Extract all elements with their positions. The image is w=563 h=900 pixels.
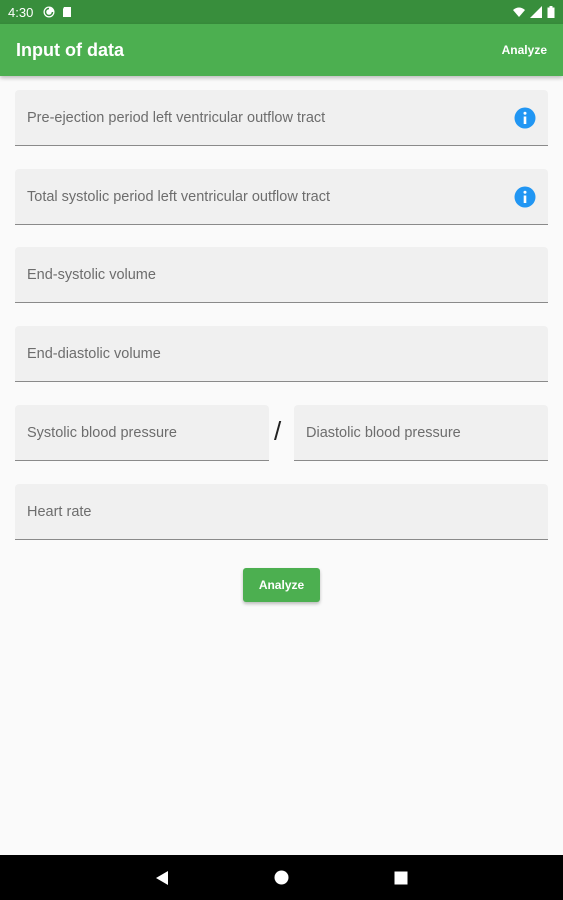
battery-icon bbox=[547, 6, 555, 18]
end-systolic-volume-field[interactable]: End-systolic volume bbox=[15, 247, 548, 303]
info-icon[interactable] bbox=[514, 186, 536, 208]
sync-icon bbox=[43, 6, 55, 18]
sd-card-icon bbox=[63, 7, 72, 17]
field-label: Total systolic period left ventricular o… bbox=[27, 188, 331, 205]
home-icon[interactable] bbox=[274, 870, 289, 885]
end-diastolic-volume-field[interactable]: End-diastolic volume bbox=[15, 326, 548, 382]
app-bar: Input of data Analyze bbox=[0, 24, 563, 76]
back-icon[interactable] bbox=[155, 870, 169, 886]
info-icon[interactable] bbox=[514, 107, 536, 129]
systolic-blood-pressure-field[interactable]: Systolic blood pressure bbox=[15, 405, 269, 461]
field-label: End-systolic volume bbox=[27, 266, 156, 283]
recents-icon[interactable] bbox=[394, 871, 408, 885]
status-bar: 4:30 bbox=[0, 0, 563, 24]
app-title: Input of data bbox=[16, 39, 124, 60]
field-label: End-diastolic volume bbox=[27, 345, 161, 362]
analyze-action-button[interactable]: Analyze bbox=[502, 43, 547, 57]
total-systolic-period-field[interactable]: Total systolic period left ventricular o… bbox=[15, 169, 548, 225]
status-time: 4:30 bbox=[8, 4, 34, 20]
field-label: Diastolic blood pressure bbox=[306, 424, 461, 441]
field-label: Heart rate bbox=[27, 503, 92, 520]
analyze-button[interactable]: Analyze bbox=[243, 568, 320, 602]
pressure-separator: / bbox=[274, 416, 282, 446]
wifi-icon bbox=[513, 7, 525, 17]
heart-rate-field[interactable]: Heart rate bbox=[15, 484, 548, 540]
signal-icon bbox=[530, 6, 542, 18]
navigation-bar bbox=[0, 855, 563, 900]
field-label: Pre-ejection period left ventricular out… bbox=[27, 109, 326, 126]
diastolic-blood-pressure-field[interactable]: Diastolic blood pressure bbox=[294, 405, 548, 461]
field-label: Systolic blood pressure bbox=[27, 424, 177, 441]
pre-ejection-period-field[interactable]: Pre-ejection period left ventricular out… bbox=[15, 90, 548, 146]
